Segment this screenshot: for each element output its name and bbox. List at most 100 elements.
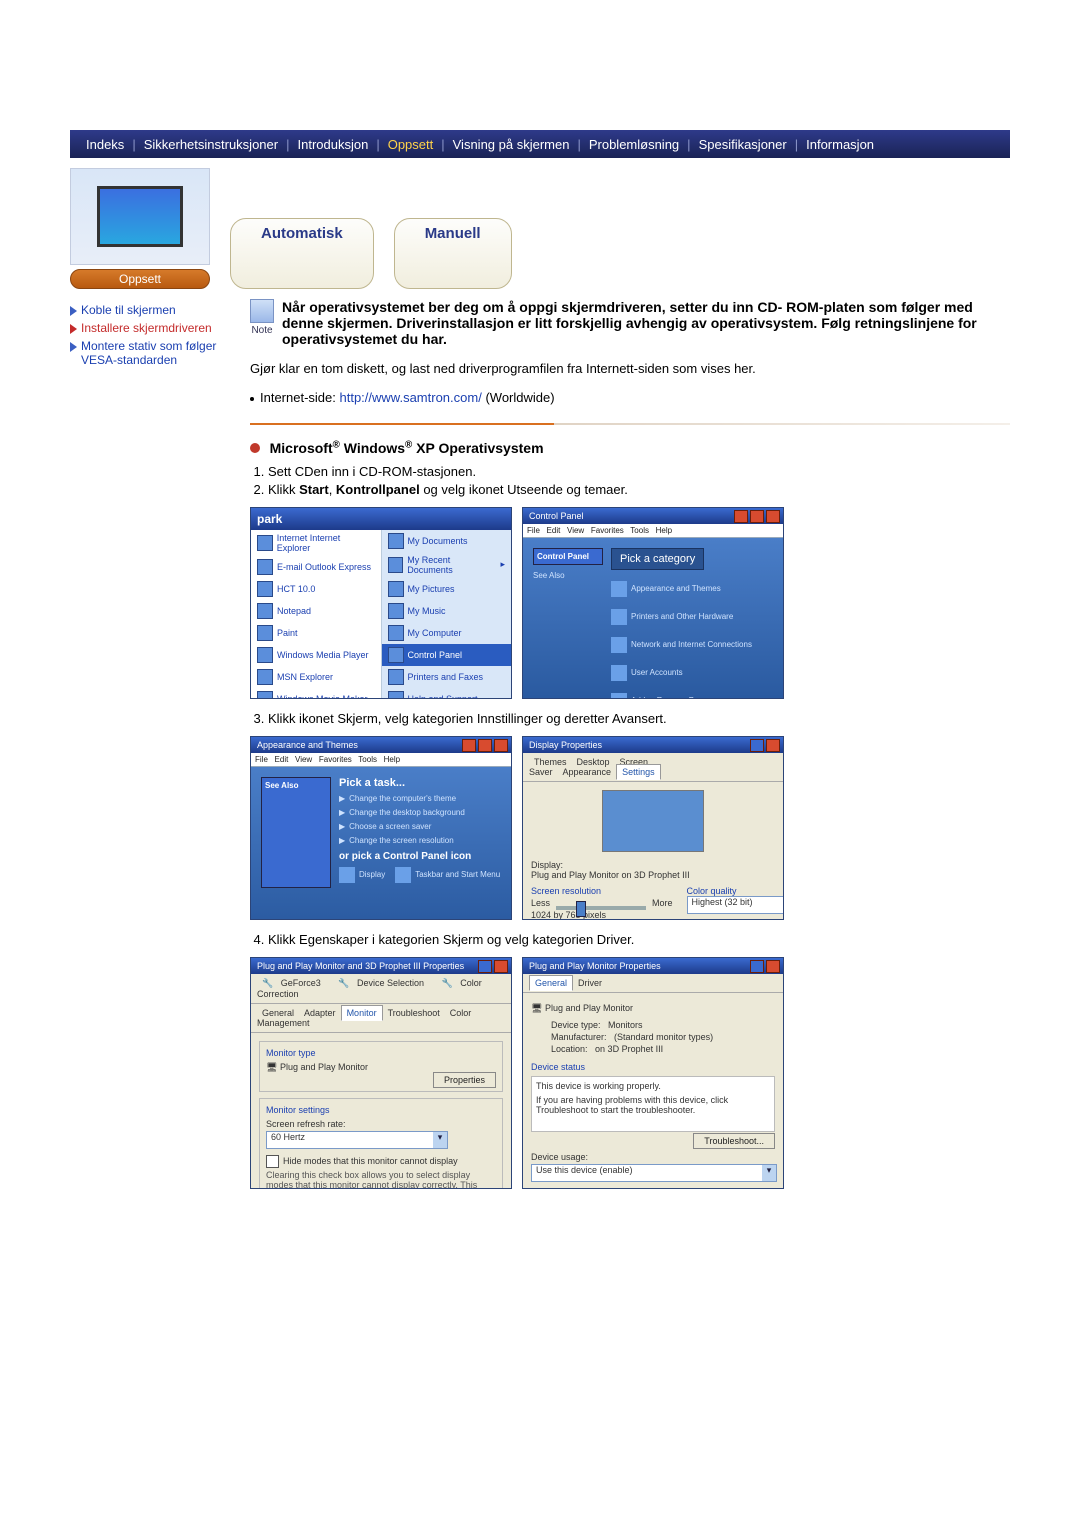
pick-category: Pick a category bbox=[611, 548, 704, 570]
sidebar-item-vesa[interactable]: Montere stativ som følger VESA-standarde… bbox=[70, 339, 230, 367]
sm-mymusic: My Music bbox=[382, 600, 512, 622]
note-caption: Note bbox=[251, 325, 272, 336]
screenshot-monitor-properties: Plug and Play Monitor Properties General… bbox=[522, 957, 784, 1189]
monitor-thumbnail: Oppsett bbox=[70, 168, 210, 289]
monitor-type-label: Monitor type bbox=[266, 1048, 496, 1058]
cp-addremove: Add or Remove Programs bbox=[611, 693, 723, 699]
nav-spesifikasjoner[interactable]: Spesifikasjoner bbox=[693, 137, 793, 152]
resolution-slider bbox=[556, 906, 646, 910]
sm-email: E-mail Outlook Express bbox=[251, 556, 381, 578]
device-usage-combo: Use this device (enable) bbox=[531, 1164, 777, 1182]
internet-link[interactable]: http://www.samtron.com/ bbox=[340, 390, 482, 405]
window-controls bbox=[462, 739, 508, 752]
sm-paint: Paint bbox=[251, 622, 381, 644]
step-1: Sett CDen inn i CD-ROM-stasjonen. bbox=[268, 464, 1010, 479]
sm-mycomputer: My Computer bbox=[382, 622, 512, 644]
cp-appearance: Appearance and Themes bbox=[611, 581, 721, 597]
monitor-type-value: 🖥 Plug and Play Monitor bbox=[266, 1062, 496, 1073]
window-title: Plug and Play Monitor Properties bbox=[523, 958, 783, 974]
steps-list-4: Klikk Egenskaper i kategorien Skjerm og … bbox=[268, 932, 1010, 947]
start-user: park bbox=[251, 508, 511, 530]
screenshot-control-panel: Control Panel File Edit View Favorites T… bbox=[522, 507, 784, 699]
screen-res-label: Screen resolution bbox=[531, 886, 673, 896]
color-quality-combo: Highest (32 bit) bbox=[687, 896, 784, 914]
sm-mypics: My Pictures bbox=[382, 578, 512, 600]
window-controls bbox=[478, 960, 508, 973]
monitor-preview bbox=[602, 790, 704, 852]
step-4: Klikk Egenskaper i kategorien Skjerm og … bbox=[268, 932, 1010, 947]
res-value: 1024 by 768 pixels bbox=[531, 910, 673, 920]
refresh-label: Screen refresh rate: bbox=[266, 1119, 496, 1129]
sm-notepad: Notepad bbox=[251, 600, 381, 622]
prep-text: Gjør klar en tom diskett, og last ned dr… bbox=[250, 361, 1010, 376]
sidebar-link[interactable]: Montere stativ som følger VESA-standarde… bbox=[81, 339, 230, 367]
internet-line: Internet-side: http://www.samtron.com/ (… bbox=[250, 390, 1010, 405]
internet-suffix: (Worldwide) bbox=[485, 390, 554, 405]
sm-mydocs: My Documents bbox=[382, 530, 512, 552]
monitor-type-value: 🖥 Plug and Play Monitor bbox=[531, 1003, 775, 1014]
nav-problem[interactable]: Problemløsning bbox=[583, 137, 685, 152]
steps-list: Sett CDen inn i CD-ROM-stasjonen. Klikk … bbox=[268, 464, 1010, 497]
screenshot-appearance-themes: Appearance and Themes File Edit View Fav… bbox=[250, 736, 512, 920]
refresh-combo: 60 Hertz bbox=[266, 1131, 448, 1149]
window-controls bbox=[734, 510, 780, 523]
red-dot-icon bbox=[250, 443, 260, 453]
or-pick: or pick a Control Panel icon bbox=[339, 851, 501, 862]
display-label: Display: bbox=[531, 860, 775, 870]
screenshot-row-1: park Internet Internet Explorer E-mail O… bbox=[250, 507, 1010, 699]
setup-label: Oppsett bbox=[70, 269, 210, 289]
triangle-icon bbox=[70, 306, 77, 316]
window-controls bbox=[750, 739, 780, 752]
sm-hct: HCT 10.0 bbox=[251, 578, 381, 600]
screenshot-row-3: Plug and Play Monitor and 3D Prophet III… bbox=[250, 957, 1010, 1189]
device-status-label: Device status bbox=[531, 1062, 775, 1072]
sm-wmm: Windows Movie Maker bbox=[251, 688, 381, 699]
nav-sikkerhet[interactable]: Sikkerhetsinstruksjoner bbox=[138, 137, 284, 152]
triangle-icon bbox=[70, 342, 77, 352]
divider bbox=[250, 423, 1010, 425]
window-controls bbox=[750, 960, 780, 973]
device-usage-label: Device usage: bbox=[531, 1152, 775, 1162]
step-2: Klikk Start, Kontrollpanel og velg ikone… bbox=[268, 482, 1010, 497]
cp-network: Network and Internet Connections bbox=[611, 637, 752, 653]
sidebar-item-install-driver[interactable]: Installere skjermdriveren bbox=[70, 321, 230, 335]
note-block: Note Når operativsystemet ber deg om å o… bbox=[250, 299, 1010, 347]
sm-msn: MSN Explorer bbox=[251, 666, 381, 688]
nav-introduksjon[interactable]: Introduksjon bbox=[291, 137, 374, 152]
sidebar-link[interactable]: Koble til skjermen bbox=[81, 303, 176, 317]
nav-visning[interactable]: Visning på skjermen bbox=[447, 137, 576, 152]
screenshot-row-2: Appearance and Themes File Edit View Fav… bbox=[250, 736, 1010, 920]
display-value: Plug and Play Monitor on 3D Prophet III bbox=[531, 870, 775, 880]
pick-task: Pick a task... bbox=[339, 777, 501, 789]
sm-recent: My Recent Documents ▸ bbox=[382, 552, 512, 578]
manual-button[interactable]: Manuell bbox=[394, 218, 512, 289]
monitor-settings-label: Monitor settings bbox=[266, 1105, 496, 1115]
sidebar-link[interactable]: Installere skjermdriveren bbox=[81, 321, 212, 335]
screenshot-monitor-advanced: Plug and Play Monitor and 3D Prophet III… bbox=[250, 957, 512, 1189]
bullet-icon bbox=[250, 397, 254, 401]
sidebar: Koble til skjermen Installere skjermdriv… bbox=[70, 299, 230, 371]
hide-modes-check: Hide modes that this monitor cannot disp… bbox=[266, 1155, 496, 1168]
steps-list-3: Klikk ikonet Skjerm, velg kategorien Inn… bbox=[268, 711, 1010, 726]
window-title: Plug and Play Monitor and 3D Prophet III… bbox=[251, 958, 511, 974]
sidebar-item-connect[interactable]: Koble til skjermen bbox=[70, 303, 230, 317]
cp-users: User Accounts bbox=[611, 665, 683, 681]
monitor-image bbox=[70, 168, 210, 265]
cp-printers: Printers and Other Hardware bbox=[611, 609, 733, 625]
main-content: Note Når operativsystemet ber deg om å o… bbox=[250, 289, 1010, 1189]
nav-indeks[interactable]: Indeks bbox=[80, 137, 130, 152]
sm-help: Help and Support bbox=[382, 688, 512, 699]
automatic-button[interactable]: Automatisk bbox=[230, 218, 374, 289]
nav-oppsett[interactable]: Oppsett bbox=[382, 137, 440, 152]
section-heading: Microsoft® Windows® XP Operativsystem bbox=[250, 439, 1010, 456]
troubleshoot-button: Troubleshoot... bbox=[693, 1133, 775, 1149]
top-nav: Indeks| Sikkerhetsinstruksjoner| Introdu… bbox=[70, 130, 1010, 158]
triangle-icon bbox=[70, 324, 77, 334]
color-quality-label: Color quality bbox=[687, 886, 784, 896]
nav-informasjon[interactable]: Informasjon bbox=[800, 137, 880, 152]
screenshot-display-properties: Display Properties ThemesDesktopScreen S… bbox=[522, 736, 784, 920]
sm-printers: Printers and Faxes bbox=[382, 666, 512, 688]
note-text: Når operativsystemet ber deg om å oppgi … bbox=[282, 299, 1010, 347]
internet-label: Internet-side: bbox=[260, 390, 336, 405]
sm-wmp: Windows Media Player bbox=[251, 644, 381, 666]
